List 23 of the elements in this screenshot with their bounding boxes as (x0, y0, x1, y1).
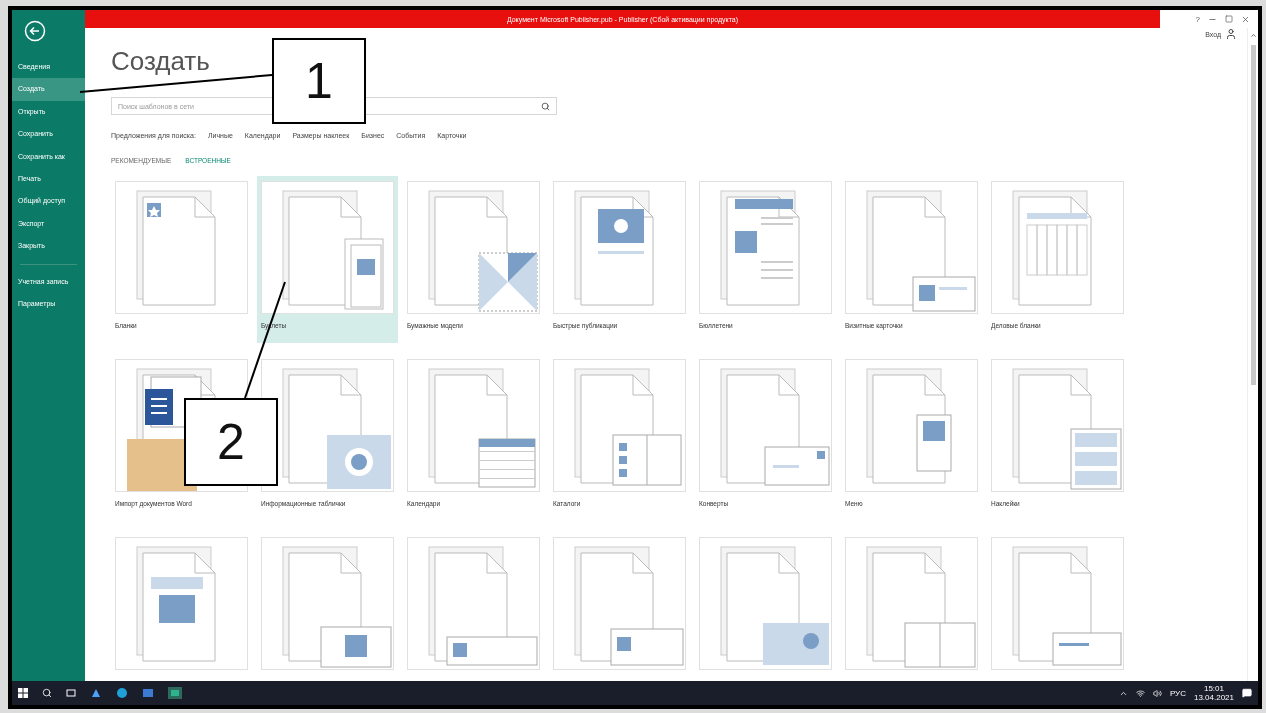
scroll-up-icon[interactable] (1249, 32, 1257, 39)
user-icon[interactable] (1225, 28, 1237, 40)
publisher-taskbar-icon[interactable] (168, 687, 182, 699)
network-icon[interactable] (1135, 688, 1145, 698)
clock-time[interactable]: 15:01 (1203, 683, 1224, 693)
scrollbar[interactable] (1247, 28, 1258, 681)
maximize-icon[interactable] (1225, 15, 1233, 23)
task-view-icon[interactable] (66, 688, 76, 698)
browser-icon[interactable] (116, 687, 128, 699)
windows-logo-icon[interactable] (18, 688, 28, 698)
search-icon[interactable] (541, 101, 550, 111)
callout-tooltip: 1 (272, 38, 366, 124)
callout-tooltip: 2 (184, 398, 278, 486)
search-icon[interactable] (42, 688, 52, 698)
notifications-icon[interactable] (1242, 688, 1252, 698)
language-indicator[interactable]: РУС (1169, 688, 1186, 698)
app-icon[interactable] (90, 687, 102, 699)
clock-date[interactable]: 13.04.2021 (1193, 693, 1234, 703)
volume-icon[interactable] (1152, 688, 1162, 698)
close-icon[interactable] (1241, 14, 1250, 24)
page-title: Создать (111, 46, 211, 77)
app-icon[interactable] (142, 687, 154, 699)
help-button[interactable]: ? (1195, 14, 1200, 24)
